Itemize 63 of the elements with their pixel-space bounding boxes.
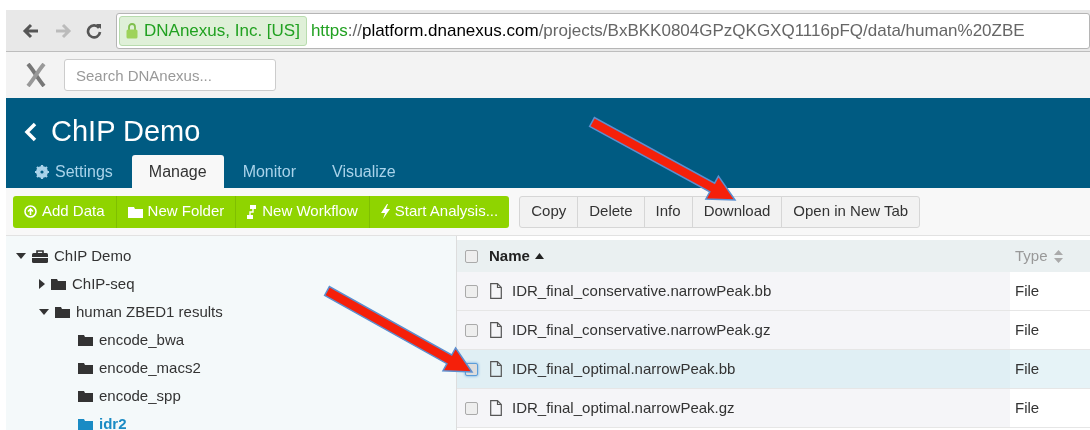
logo-icon[interactable] xyxy=(26,63,46,87)
sort-ascending-icon xyxy=(534,253,544,259)
file-name[interactable]: IDR_final_conservative.narrowPeak.bb xyxy=(512,279,772,303)
file-type: File xyxy=(1015,319,1040,340)
tree-item[interactable]: ChIP Demo xyxy=(16,242,132,270)
tree-item[interactable]: ChIP-seq xyxy=(39,270,135,298)
folder-icon xyxy=(55,306,70,318)
action-button[interactable]: Download xyxy=(691,195,783,228)
tab[interactable]: Settings xyxy=(18,155,130,188)
tree-item[interactable]: human ZBED1 results xyxy=(39,298,223,326)
file-icon xyxy=(490,361,502,377)
file-icon xyxy=(490,322,502,338)
bolt-icon xyxy=(380,204,390,219)
folder-icon xyxy=(78,362,93,374)
tree-item[interactable]: encode_spp xyxy=(62,382,181,410)
folder-icon xyxy=(78,390,93,402)
tree-item[interactable]: encode_bwa xyxy=(62,326,185,354)
caret-down-icon[interactable] xyxy=(39,309,49,315)
table-row[interactable]: IDR_final_optimal.narrowPeak.gz File xyxy=(457,389,1090,428)
file-name[interactable]: IDR_final_conservative.narrowPeak.gz xyxy=(512,318,771,342)
table-row[interactable]: IDR_final_conservative.narrowPeak.gz File xyxy=(457,311,1090,350)
workflow-icon xyxy=(247,204,258,219)
tree-item[interactable]: encode_macs2 xyxy=(62,354,201,382)
reload-icon[interactable] xyxy=(86,22,102,39)
file-icon xyxy=(490,283,502,299)
action-button[interactable]: Info xyxy=(643,195,693,228)
sort-icon xyxy=(1053,249,1063,263)
file-type: File xyxy=(1015,358,1040,379)
search-field[interactable]: Search DNAnexus... xyxy=(64,59,276,91)
table-row[interactable]: IDR_final_optimal.narrowPeak.bb File xyxy=(457,350,1090,389)
folder-icon xyxy=(78,334,93,346)
folder-icon xyxy=(78,418,93,430)
caret-right-icon[interactable] xyxy=(39,279,45,289)
action-button[interactable]: Open in New Tab xyxy=(781,195,921,228)
upload-icon xyxy=(24,205,37,218)
file-icon xyxy=(490,400,502,416)
select-all-checkbox[interactable] xyxy=(464,249,478,263)
caret-down-icon[interactable] xyxy=(16,253,26,259)
file-name[interactable]: IDR_final_optimal.narrowPeak.bb xyxy=(512,357,736,381)
address-bar[interactable]: DNAnexus, Inc. [US] https://platform.dnanexus.com/projects/BxBKK0804GPzQKGXQ1116pFQ/data/human%20ZBE xyxy=(116,12,1090,49)
folder-icon xyxy=(127,205,143,218)
project-title: ChIP Demo xyxy=(51,114,201,149)
action-button[interactable]: Delete xyxy=(577,195,645,228)
table-row[interactable]: IDR_final_conservative.narrowPeak.bb File xyxy=(457,272,1090,311)
folder-icon xyxy=(51,278,66,290)
name-column-header[interactable]: Name xyxy=(485,240,1010,272)
gear-icon xyxy=(35,164,49,179)
action-button[interactable]: Copy xyxy=(519,195,579,228)
back-chevron-icon[interactable] xyxy=(24,121,37,142)
file-type: File xyxy=(1015,280,1040,301)
row-checkbox[interactable] xyxy=(464,323,478,337)
back-icon[interactable] xyxy=(22,22,40,39)
lock-icon xyxy=(126,22,138,39)
file-name[interactable]: IDR_final_optimal.narrowPeak.gz xyxy=(512,396,735,420)
tab[interactable]: Visualize xyxy=(315,155,413,188)
url-text: https://platform.dnanexus.com/projects/BxBKK0804GPzQKGXQ1116pFQ/data/human%20ZBE xyxy=(310,19,1025,42)
row-checkbox[interactable] xyxy=(464,401,478,415)
briefcase-icon xyxy=(32,249,48,263)
tree-item[interactable]: idr2 xyxy=(62,410,127,430)
file-type: File xyxy=(1015,397,1040,418)
tab[interactable]: Manage xyxy=(131,155,224,188)
row-checkbox[interactable] xyxy=(464,284,478,298)
tab[interactable]: Monitor xyxy=(225,155,313,188)
